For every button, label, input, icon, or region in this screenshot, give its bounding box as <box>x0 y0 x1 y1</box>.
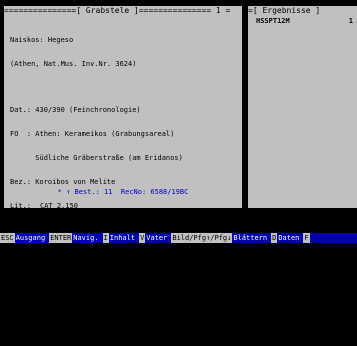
result-item[interactable]: HSSPT12M <box>256 17 353 25</box>
record-body: Naiskos: Hegeso (Athen, Nat.Mus. Inv.Nr.… <box>10 20 238 346</box>
literature-item: Conze, Taf. 30 <box>40 250 100 258</box>
record-name: Naiskos: Hegeso <box>10 36 74 44</box>
key-enter[interactable]: ENTER Navig. <box>49 233 100 243</box>
grabstele-window: ===============[ Grabstele ]============… <box>4 6 242 330</box>
record-findspot-detail: Südliche Gräberstraße (am Eridanos) <box>10 154 183 162</box>
window-title-bar: ===============[ Grabstele ]============… <box>4 6 231 15</box>
key-vater[interactable]: V Vater <box>139 233 169 243</box>
literature-item: Demos und Thanatos, Naiskos Nr. 34 <box>40 274 184 282</box>
key-f[interactable]: F <box>303 233 312 243</box>
key-inhalt[interactable]: I Inhalt <box>102 233 138 243</box>
literature-item: APF S. 487 <box>40 322 83 330</box>
key-label: Daten <box>278 234 300 242</box>
function-key-bar: ESC Ausgang ENTER Navig. I Inhalt V Vater Bi… <box>0 233 357 243</box>
key-label <box>310 233 313 243</box>
key-label: Inhalt <box>109 234 136 242</box>
key-label: Blättern <box>233 234 268 242</box>
result-count: 1 <box>348 17 353 25</box>
literature-label: Lit.: <box>10 202 32 210</box>
key-cap: ENTER <box>49 233 73 243</box>
key-daten[interactable]: D Daten <box>271 233 301 243</box>
key-label: Navig. <box>73 234 99 242</box>
results-window: =[ Ergebnisse ] HSSPT12M 1 <box>248 6 357 208</box>
record-status-line: * ↑ Best.: 11 RecNo: 6588/19BC <box>57 188 189 196</box>
results-title-bar: =[ Ergebnisse ] <box>248 6 321 15</box>
key-cap: Bild/Pfg↑/Pfg↓ <box>171 233 233 243</box>
record-findspot: FO : Athen: Kerameikos (Grabungsareal) <box>10 130 175 138</box>
record-reference: Bez.: Koroibos von Melite <box>10 178 116 186</box>
key-esc[interactable]: ESC Ausgang <box>0 233 47 243</box>
key-cap: ESC <box>0 233 15 243</box>
literature-item: IG I² 1079 <box>40 298 83 306</box>
record-location: (Athen, Nat.Mus. Inv.Nr. 3624) <box>10 60 137 68</box>
literature-item: CAT 2.150 <box>40 202 78 210</box>
record-date: Dat.: 430/390 (Feinchronologie) <box>10 106 141 114</box>
key-label: Vater <box>146 234 168 242</box>
key-label: Ausgang <box>15 234 46 242</box>
key-blaettern[interactable]: Bild/Pfg↑/Pfg↓ Blättern <box>171 233 269 243</box>
